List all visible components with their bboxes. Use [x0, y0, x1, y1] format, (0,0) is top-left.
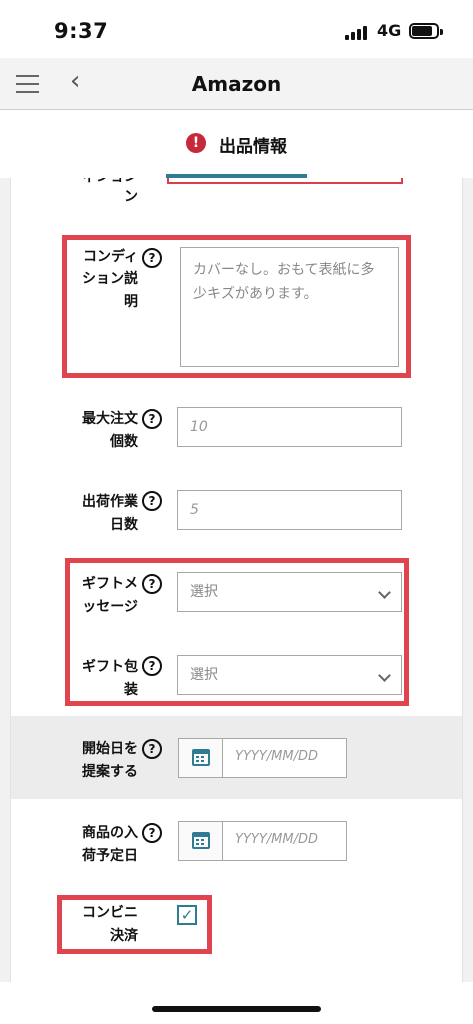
handling-days-label-line2: 日数 — [110, 517, 138, 533]
max-order-label-line2: 個数 — [110, 434, 138, 450]
calendar-button[interactable] — [179, 739, 223, 777]
max-order-label-line1: 最大注文 — [82, 411, 138, 427]
app-screen: 9:37 4G ‹ Amazon ! 出品情報 ィション ン コンディ ション説… — [0, 0, 473, 1024]
start-date-label-line1: 開始日を — [82, 741, 138, 757]
start-date-input[interactable]: YYYY/MM/DD — [235, 749, 318, 764]
battery-icon — [409, 23, 443, 39]
restock-date-input[interactable]: YYYY/MM/DD — [235, 832, 318, 847]
calendar-icon — [192, 832, 210, 849]
calendar-button[interactable] — [179, 822, 223, 860]
tab-listing-info[interactable]: 出品情報 — [219, 132, 287, 157]
handling-days-input[interactable]: 5 — [177, 490, 402, 530]
annotation-box-convenience-payment — [57, 895, 212, 954]
restock-date-picker: YYYY/MM/DD — [178, 821, 347, 861]
status-time: 9:37 — [54, 19, 109, 43]
calendar-icon — [192, 749, 210, 766]
navigation-bar: ‹ Amazon — [0, 58, 473, 110]
bottom-safe-area — [0, 982, 473, 1024]
question-circle-icon[interactable]: ? — [142, 739, 162, 759]
page-title: Amazon — [191, 72, 282, 96]
start-date-picker: YYYY/MM/DD — [178, 738, 347, 778]
question-circle-icon[interactable]: ? — [142, 409, 162, 429]
condition-select-partial[interactable] — [167, 178, 403, 184]
annotation-box-gift-options — [65, 558, 409, 706]
max-order-quantity-input[interactable]: 10 — [177, 407, 402, 447]
start-date-label-line2: 提案する — [82, 764, 138, 780]
annotation-box-condition-note — [62, 235, 411, 378]
question-circle-icon[interactable]: ? — [142, 491, 162, 511]
home-indicator[interactable] — [152, 1006, 321, 1012]
condition-label-partial-line2: ン — [124, 189, 138, 205]
restock-date-label-line1: 商品の入 — [82, 825, 138, 841]
left-gutter — [0, 178, 10, 982]
signal-icon — [345, 24, 371, 40]
network-type: 4G — [377, 21, 402, 40]
handling-days-label-line1: 出荷作業 — [82, 494, 138, 510]
alert-icon: ! — [186, 133, 206, 153]
question-circle-icon[interactable]: ? — [142, 823, 162, 843]
right-gutter — [463, 178, 473, 982]
restock-date-label-line2: 荷予定日 — [82, 848, 138, 864]
status-bar: 9:37 4G — [0, 0, 473, 58]
